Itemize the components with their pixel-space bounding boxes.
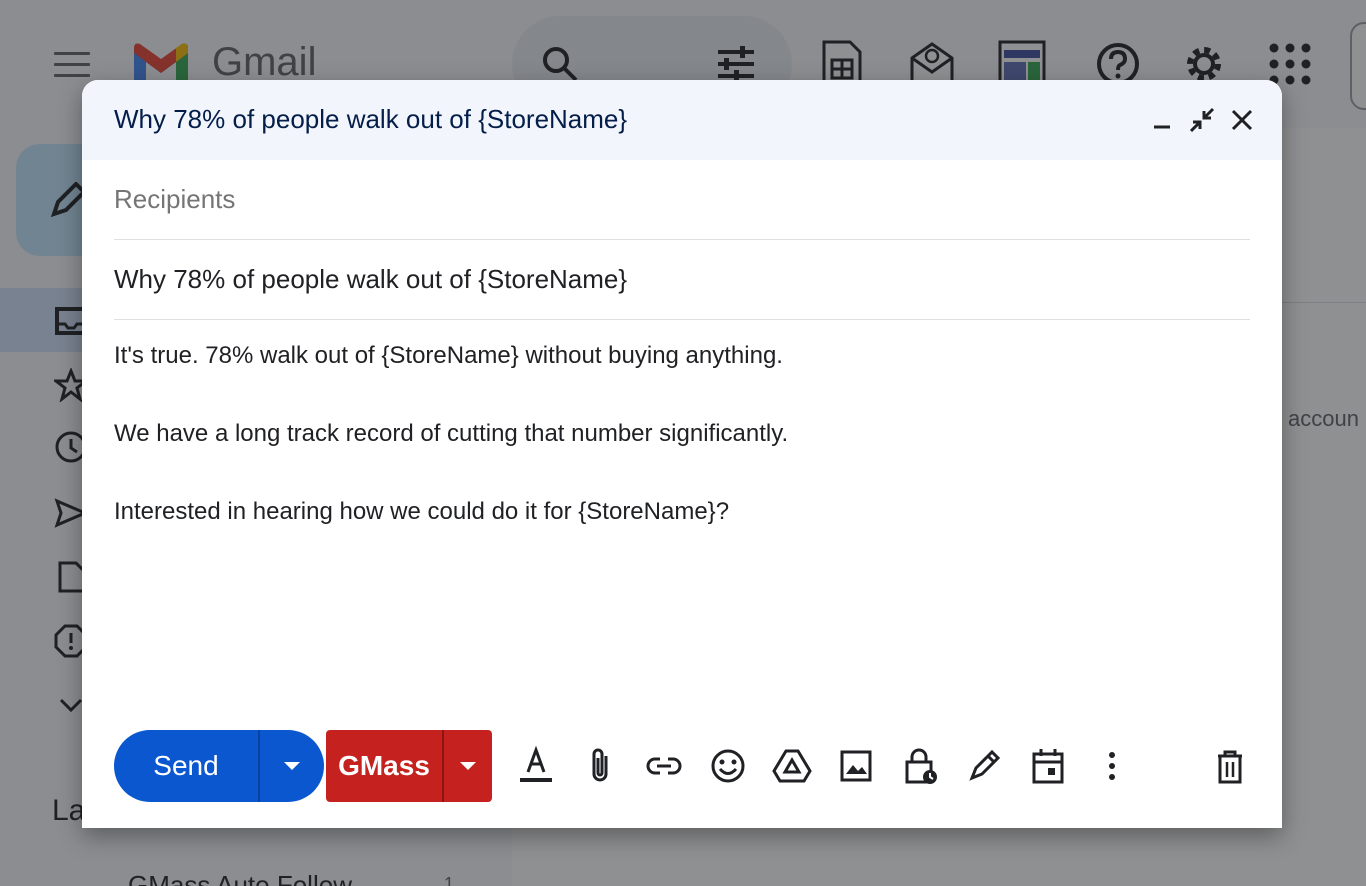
- body-line: It's true. 78% walk out of {StoreName} w…: [114, 342, 783, 369]
- compose-dialog: Why 78% of people walk out of {StoreName…: [82, 80, 1282, 828]
- schedule-event-icon[interactable]: [1028, 746, 1068, 786]
- body-line: We have a long track record of cutting t…: [114, 420, 789, 447]
- drive-icon[interactable]: [772, 746, 812, 786]
- compose-header: Why 78% of people walk out of {StoreName…: [82, 80, 1282, 160]
- gmass-settings-dropdown-icon[interactable]: [444, 730, 492, 802]
- confidential-mode-icon[interactable]: [900, 746, 940, 786]
- recipients-placeholder: Recipients: [114, 184, 236, 214]
- attach-icon[interactable]: [580, 746, 620, 786]
- signature-icon[interactable]: [964, 746, 1004, 786]
- trash-icon[interactable]: [1210, 746, 1250, 786]
- gmass-label: GMass: [338, 750, 430, 781]
- compose-title: Why 78% of people walk out of {StoreName…: [114, 104, 628, 134]
- send-label: Send: [153, 750, 219, 781]
- gmass-button[interactable]: GMass: [326, 730, 492, 802]
- body-line: Interested in hearing how we could do it…: [114, 498, 730, 525]
- emoji-icon[interactable]: [708, 746, 748, 786]
- exit-fullscreen-icon[interactable]: [1188, 106, 1216, 134]
- send-button[interactable]: Send: [114, 730, 324, 802]
- minimize-icon[interactable]: [1148, 106, 1176, 134]
- text-format-icon[interactable]: [516, 746, 556, 786]
- photo-icon[interactable]: [836, 746, 876, 786]
- recipients-field[interactable]: Recipients: [114, 160, 1250, 240]
- subject-field[interactable]: Why 78% of people walk out of {StoreName…: [114, 240, 1250, 320]
- send-options-dropdown-icon[interactable]: [260, 730, 324, 802]
- close-icon[interactable]: [1228, 106, 1256, 134]
- link-icon[interactable]: [644, 746, 684, 786]
- more-options-icon[interactable]: [1092, 746, 1132, 786]
- subject-value: Why 78% of people walk out of {StoreName…: [114, 264, 628, 294]
